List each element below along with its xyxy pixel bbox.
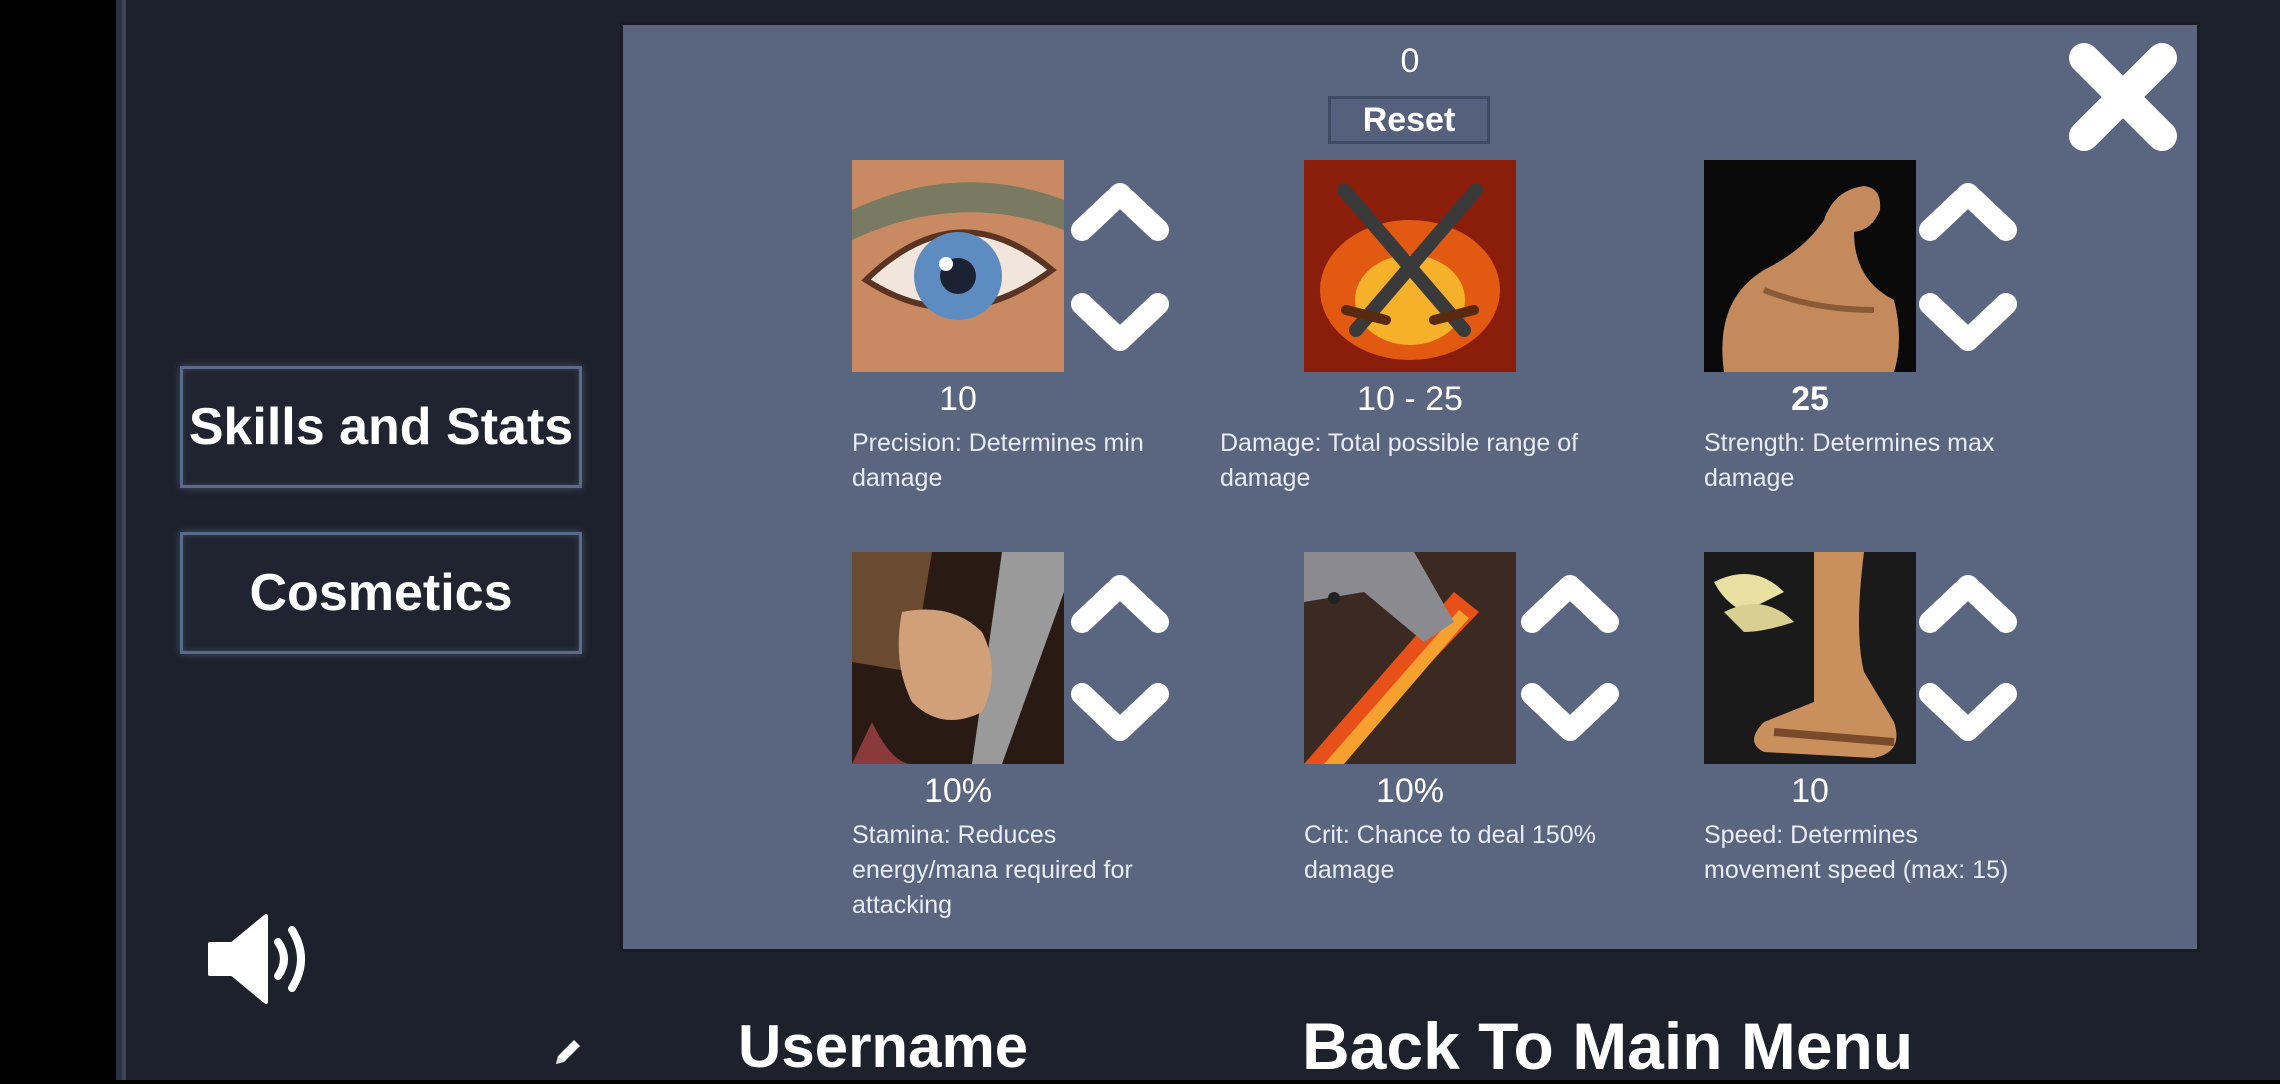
stamina-fist-icon — [852, 552, 1064, 764]
stamina-value: 10% — [923, 772, 993, 810]
damage-swords-icon — [1304, 160, 1516, 372]
stamina-arrow-down-icon[interactable] — [1068, 680, 1172, 744]
cosmetics-button[interactable]: Cosmetics — [180, 532, 582, 654]
strength-value: 25 — [1791, 380, 1829, 418]
close-icon[interactable] — [2066, 40, 2180, 154]
crit-value: 10% — [1375, 772, 1445, 810]
back-to-main-menu-button[interactable]: Back To Main Menu — [1302, 1008, 1913, 1084]
strength-arrow-down-icon[interactable] — [1916, 290, 2020, 354]
precision-eye-icon — [852, 160, 1064, 372]
damage-description: Damage: Total possible range of damage — [1220, 429, 1579, 492]
crit-arrow-down-icon[interactable] — [1518, 680, 1622, 744]
strength-description: Strength: Determines max damage — [1704, 429, 1995, 492]
speaker-icon[interactable] — [206, 912, 316, 1006]
speed-description: Speed: Determines movement speed (max: 1… — [1704, 821, 2009, 884]
speed-arrow-down-icon[interactable] — [1916, 680, 2020, 744]
skills-and-stats-button[interactable]: Skills and Stats — [180, 366, 582, 488]
speed-value: 10 — [1791, 772, 1829, 810]
crit-description: Crit: Chance to deal 150% damage — [1304, 821, 1596, 884]
stamina-description: Stamina: Reduces energy/mana required fo… — [852, 821, 1133, 919]
speed-arrow-up-icon[interactable] — [1916, 572, 2020, 636]
available-points: 0 — [1400, 42, 1420, 80]
precision-value: 10 — [939, 380, 977, 418]
strength-arrow-up-icon[interactable] — [1916, 180, 2020, 244]
crit-blade-icon — [1304, 552, 1516, 764]
precision-arrow-down-icon[interactable] — [1068, 290, 1172, 354]
crit-arrow-up-icon[interactable] — [1518, 572, 1622, 636]
strength-arm-icon — [1704, 160, 1916, 372]
username-label[interactable]: Username — [738, 1012, 1028, 1081]
precision-arrow-up-icon[interactable] — [1068, 180, 1172, 244]
stamina-arrow-up-icon[interactable] — [1068, 572, 1172, 636]
precision-description: Precision: Determines min damage — [852, 429, 1144, 492]
damage-value: 10 - 25 — [1357, 380, 1463, 418]
reset-button[interactable]: Reset — [1328, 96, 1490, 144]
speed-winged-foot-icon — [1704, 552, 1916, 764]
pencil-icon[interactable] — [552, 1036, 584, 1068]
